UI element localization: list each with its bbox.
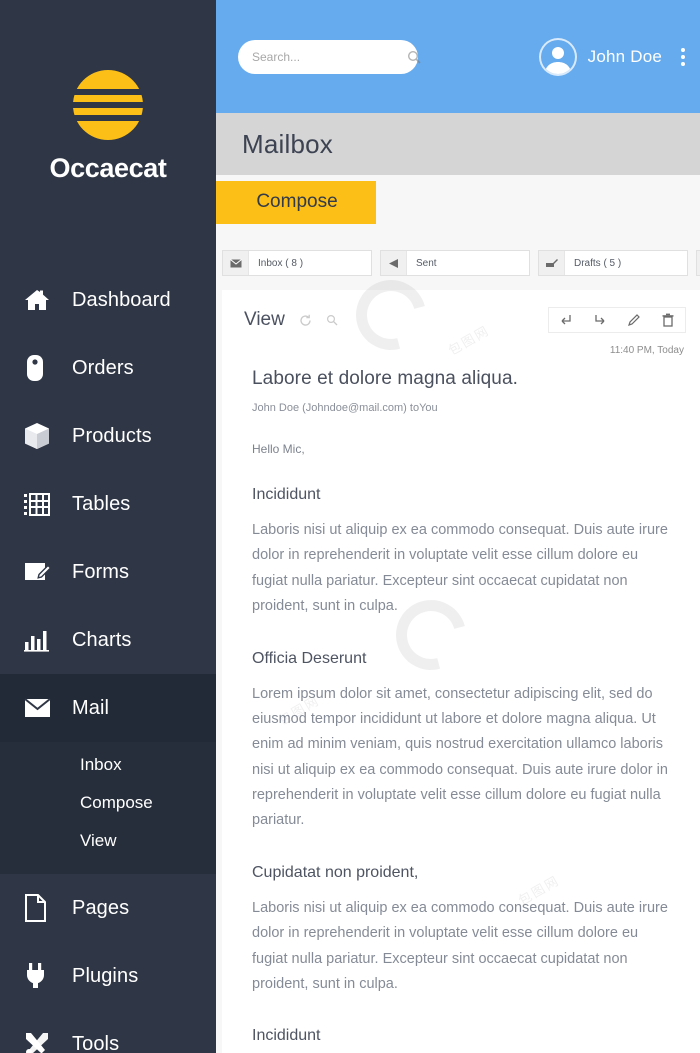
tab-drafts[interactable]: Drafts ( 5 ) — [538, 250, 688, 276]
sidebar-item-label: Charts — [72, 628, 132, 651]
section-body: Lorem ipsum dolor sit amet, consectetur … — [252, 685, 668, 829]
mail-section: Incididunt Laboris nisi ut aliquip ex ea… — [252, 486, 674, 620]
tab-sent[interactable]: Sent — [380, 250, 530, 276]
tab-label: Drafts ( 5 ) — [574, 257, 622, 269]
mail-section: Incididunt Laboris nisi ut aliquip ex ea… — [252, 1027, 674, 1053]
mail-submenu: Inbox Compose View — [0, 742, 216, 874]
section-heading: Incididunt — [252, 486, 321, 503]
pen-icon — [539, 251, 565, 275]
mail-greeting: Hello Mic, — [252, 442, 305, 456]
sidebar: Occaecat Dashboard Orders Products Table… — [0, 0, 216, 1053]
paper-plane-icon — [381, 251, 407, 275]
reply-icon[interactable] — [549, 308, 583, 332]
brand: Occaecat — [0, 0, 216, 184]
sidebar-item-label: Plugins — [72, 964, 139, 987]
sidebar-item-mail[interactable]: Mail — [0, 674, 216, 742]
sidebar-item-label: Pages — [72, 896, 130, 919]
submenu-item-inbox[interactable]: Inbox — [0, 746, 216, 784]
mailbox-tabs: Inbox ( 8 ) Sent Drafts ( 5 ) Trash — [216, 224, 700, 276]
section-body: Laboris nisi ut aliquip ex ea commodo co… — [252, 522, 668, 615]
refresh-icon[interactable] — [299, 314, 312, 327]
view-toolbar: View — [222, 304, 700, 336]
sidebar-item-label: Forms — [72, 560, 130, 583]
brand-name: Occaecat — [49, 153, 167, 183]
tab-label: Inbox ( 8 ) — [258, 257, 304, 269]
sidebar-item-label: Mail — [72, 696, 110, 719]
mail-action-toolbar — [548, 307, 686, 333]
submenu-item-compose[interactable]: Compose — [0, 784, 216, 822]
kebab-menu-icon[interactable] — [676, 47, 690, 66]
sidebar-item-tables[interactable]: Tables — [0, 470, 216, 538]
mail-subject: Labore et dolore magna aliqua. — [252, 368, 519, 389]
bar-chart-icon — [24, 625, 60, 655]
form-pencil-icon — [24, 557, 60, 587]
sidebar-item-forms[interactable]: Forms — [0, 538, 216, 606]
mail-view-panel: View 11:40 PM, Today Labore et dolore ma… — [222, 290, 700, 1053]
submenu-item-view[interactable]: View — [0, 822, 216, 860]
app-root: Occaecat Dashboard Orders Products Table… — [0, 0, 700, 1053]
striped-circle-logo-icon — [73, 70, 143, 140]
plug-icon — [24, 961, 60, 991]
envelope-icon — [223, 251, 249, 275]
top-bar: John Doe — [216, 0, 700, 113]
sidebar-item-pages[interactable]: Pages — [0, 874, 216, 942]
tab-label: Sent — [416, 257, 437, 269]
sidebar-item-label: Products — [72, 424, 152, 447]
edit-pencil-icon[interactable] — [617, 308, 651, 332]
document-icon — [24, 893, 60, 923]
mail-section: Officia Deserunt Lorem ipsum dolor sit a… — [252, 650, 674, 834]
section-body: Laboris nisi ut aliquip ex ea commodo co… — [252, 899, 668, 992]
trash-icon[interactable] — [651, 308, 685, 332]
home-icon — [24, 285, 60, 315]
view-title: View — [244, 309, 285, 330]
sidebar-item-label: Dashboard — [72, 288, 171, 311]
user-zone[interactable]: John Doe — [538, 37, 690, 76]
sidebar-item-label: Tools — [72, 1032, 120, 1053]
mail-sender: John Doe (Johndoe@mail.com) toYou — [252, 402, 438, 414]
grid-icon — [24, 489, 60, 519]
forward-icon[interactable] — [583, 308, 617, 332]
section-heading: Officia Deserunt — [252, 649, 367, 667]
tag-icon — [24, 353, 60, 383]
tab-inbox[interactable]: Inbox ( 8 ) — [222, 250, 372, 276]
page-title-bar: Mailbox — [216, 113, 700, 175]
user-avatar-icon[interactable] — [538, 37, 577, 76]
sidebar-item-tools[interactable]: Tools — [0, 1010, 216, 1053]
user-name: John Doe — [587, 46, 662, 66]
sidebar-item-charts[interactable]: Charts — [0, 606, 216, 674]
compose-row: Compose — [216, 175, 700, 224]
tab-trash[interactable]: Trash — [696, 250, 700, 276]
sidebar-item-plugins[interactable]: Plugins — [0, 942, 216, 1010]
sidebar-item-label: Orders — [72, 356, 134, 379]
sidebar-item-products[interactable]: Products — [0, 402, 216, 470]
mail-timestamp: 11:40 PM, Today — [609, 345, 684, 356]
sidebar-item-orders[interactable]: Orders — [0, 334, 216, 402]
sidebar-item-dashboard[interactable]: Dashboard — [0, 266, 216, 334]
mail-section: Cupidatat non proident, Laboris nisi ut … — [252, 864, 674, 998]
envelope-icon — [24, 693, 60, 723]
compose-button[interactable]: Compose — [216, 181, 376, 224]
search-icon[interactable] — [326, 314, 338, 326]
section-heading: Incididunt — [252, 1027, 321, 1045]
mail-body: Hello Mic, Incididunt Laboris nisi ut al… — [222, 442, 700, 1053]
section-heading: Cupidatat non proident, — [252, 863, 419, 881]
search-input[interactable] — [252, 49, 407, 64]
sidebar-nav: Dashboard Orders Products Tables Forms C… — [0, 266, 216, 1053]
mail-header: Labore et dolore magna aliqua. John Doe … — [222, 356, 700, 414]
page-title: Mailbox — [242, 128, 333, 159]
search-box[interactable] — [238, 39, 421, 74]
tools-icon — [24, 1029, 60, 1053]
main-content: John Doe Mailbox Compose Inbox ( 8 ) — [216, 0, 700, 1053]
box-icon — [24, 421, 60, 451]
search-icon[interactable] — [407, 50, 421, 64]
sidebar-item-label: Tables — [72, 492, 131, 515]
